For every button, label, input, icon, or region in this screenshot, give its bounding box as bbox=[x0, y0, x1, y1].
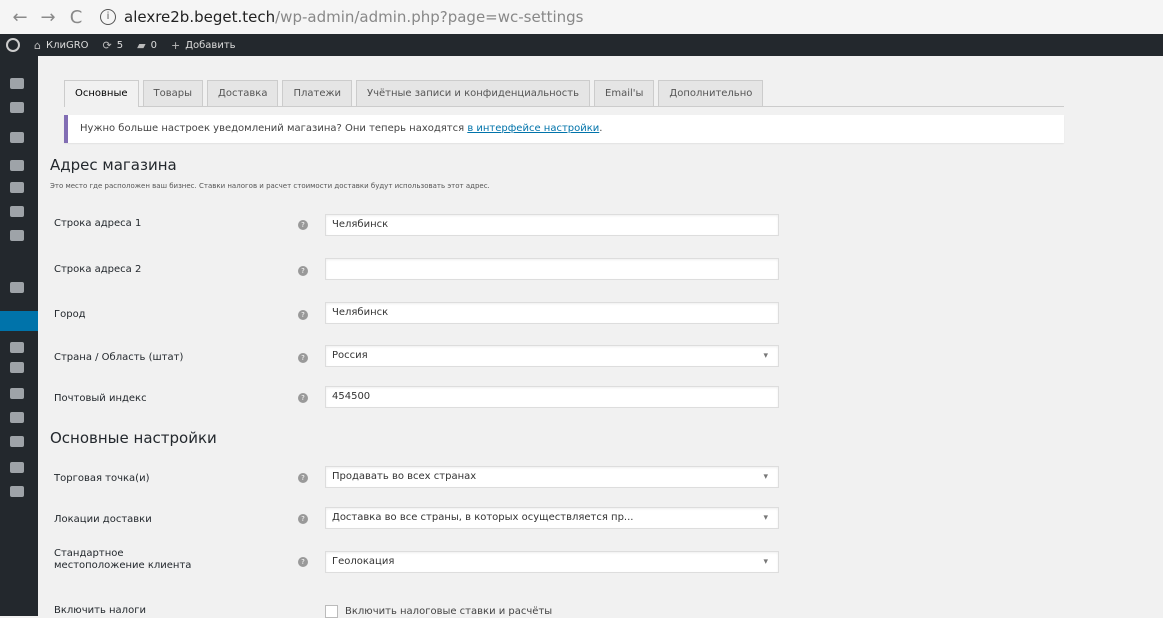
address-line-1-input[interactable]: Челябинск bbox=[325, 214, 779, 236]
forward-button[interactable]: → bbox=[34, 7, 62, 28]
url-path: /wp-admin/admin.php?page=wc-settings bbox=[275, 8, 584, 26]
comments-counter[interactable]: ▰ 0 bbox=[137, 39, 157, 52]
woocommerce-icon[interactable] bbox=[10, 230, 24, 241]
store-address-description: Это место где расположен ваш бизнес. Ста… bbox=[50, 182, 490, 190]
analytics-icon[interactable] bbox=[10, 342, 24, 353]
tab-accounts-privacy[interactable]: Учётные записи и конфиденциальность bbox=[356, 80, 591, 106]
comments-icon[interactable] bbox=[10, 182, 24, 193]
wordpress-logo-icon[interactable] bbox=[6, 38, 20, 52]
products-icon[interactable] bbox=[10, 282, 24, 293]
enable-taxes-label: Включить налоги bbox=[54, 605, 146, 616]
tab-general[interactable]: Основные bbox=[64, 80, 139, 107]
selling-locations-select[interactable]: Продавать во всех странах bbox=[325, 466, 779, 488]
tab-products[interactable]: Товары bbox=[142, 80, 204, 106]
enable-taxes-option[interactable]: Включить налоговые ставки и расчёты bbox=[325, 605, 552, 618]
feedback-icon[interactable] bbox=[10, 206, 24, 217]
city-input[interactable]: Челябинск bbox=[325, 302, 779, 324]
updates-counter[interactable]: ⟳ 5 bbox=[103, 39, 124, 52]
help-icon[interactable]: ? bbox=[298, 557, 308, 567]
appearance-icon[interactable] bbox=[10, 362, 24, 373]
home-icon: ⌂ bbox=[34, 38, 41, 52]
site-name[interactable]: ⌂ КлиGRO bbox=[34, 39, 89, 52]
enable-taxes-checkbox[interactable] bbox=[325, 605, 338, 618]
selling-locations-label: Торговая точка(и) bbox=[54, 473, 150, 484]
address-line-1-label: Строка адреса 1 bbox=[54, 218, 142, 229]
media-icon[interactable] bbox=[10, 132, 24, 143]
shipping-locations-select[interactable]: Доставка во все страны, в которых осущес… bbox=[325, 507, 779, 529]
settings-icon[interactable] bbox=[10, 462, 24, 473]
pages-icon[interactable] bbox=[10, 160, 24, 171]
tab-payments[interactable]: Платежи bbox=[282, 80, 352, 106]
postcode-label: Почтовый индекс bbox=[54, 393, 147, 404]
admin-sidebar bbox=[0, 56, 45, 616]
add-new-button[interactable]: + Добавить bbox=[171, 39, 236, 52]
help-icon[interactable]: ? bbox=[298, 353, 308, 363]
help-icon[interactable]: ? bbox=[298, 220, 308, 230]
postcode-input[interactable]: 454500 bbox=[325, 386, 779, 408]
country-state-select[interactable]: Россия bbox=[325, 345, 779, 367]
default-location-select[interactable]: Геолокация bbox=[325, 551, 779, 573]
tools-icon[interactable] bbox=[10, 436, 24, 447]
shipping-locations-label: Локации доставки bbox=[54, 514, 152, 525]
tab-advanced[interactable]: Дополнительно bbox=[658, 80, 764, 106]
default-location-label: Стандартное местоположение клиента bbox=[54, 548, 192, 571]
help-icon[interactable]: ? bbox=[298, 266, 308, 276]
dashboard-icon[interactable] bbox=[10, 78, 24, 89]
address-line-2-label: Строка адреса 2 bbox=[54, 264, 142, 275]
reload-button[interactable]: C bbox=[62, 7, 90, 28]
notice-link[interactable]: в интерфейсе настройки bbox=[467, 123, 599, 134]
posts-icon[interactable] bbox=[10, 102, 24, 113]
notice-suffix: . bbox=[599, 123, 603, 134]
help-icon[interactable]: ? bbox=[298, 393, 308, 403]
help-icon[interactable]: ? bbox=[298, 310, 308, 320]
settings-notice: Нужно больше настроек уведомлений магази… bbox=[64, 115, 1064, 143]
comment-icon: ▰ bbox=[137, 38, 146, 52]
store-address-heading: Адрес магазина bbox=[50, 156, 177, 174]
info-icon[interactable]: i bbox=[100, 9, 116, 25]
settings-tabs: Основные Товары Доставка Платежи Учётные… bbox=[64, 80, 1064, 107]
help-icon[interactable]: ? bbox=[298, 514, 308, 524]
country-state-label: Страна / Область (штат) bbox=[54, 352, 184, 363]
url-host: alexre2b.beget.tech bbox=[124, 8, 276, 26]
browser-toolbar: ← → C i alexre2b.beget.tech/wp-admin/adm… bbox=[0, 0, 1163, 34]
plus-icon: + bbox=[170, 38, 181, 52]
help-icon[interactable]: ? bbox=[298, 473, 308, 483]
collapse-icon[interactable] bbox=[10, 486, 24, 497]
tab-shipping[interactable]: Доставка bbox=[207, 80, 279, 106]
active-menu-item[interactable] bbox=[0, 311, 45, 331]
users-icon[interactable] bbox=[10, 412, 24, 423]
main-content: Основные Товары Доставка Платежи Учётные… bbox=[38, 56, 1163, 618]
address-bar[interactable]: i alexre2b.beget.tech/wp-admin/admin.php… bbox=[100, 8, 584, 26]
notice-text: Нужно больше настроек уведомлений магази… bbox=[80, 123, 468, 134]
general-options-heading: Основные настройки bbox=[50, 429, 217, 447]
plugins-icon[interactable] bbox=[10, 388, 24, 399]
enable-taxes-checkbox-label: Включить налоговые ставки и расчёты bbox=[345, 606, 553, 617]
city-label: Город bbox=[54, 309, 86, 320]
tab-emails[interactable]: Email'ы bbox=[594, 80, 655, 106]
back-button[interactable]: ← bbox=[6, 7, 34, 28]
wp-admin-bar: ⌂ КлиGRO ⟳ 5 ▰ 0 + Добавить bbox=[0, 34, 1163, 56]
address-line-2-input[interactable] bbox=[325, 258, 779, 280]
refresh-icon: ⟳ bbox=[102, 38, 112, 52]
